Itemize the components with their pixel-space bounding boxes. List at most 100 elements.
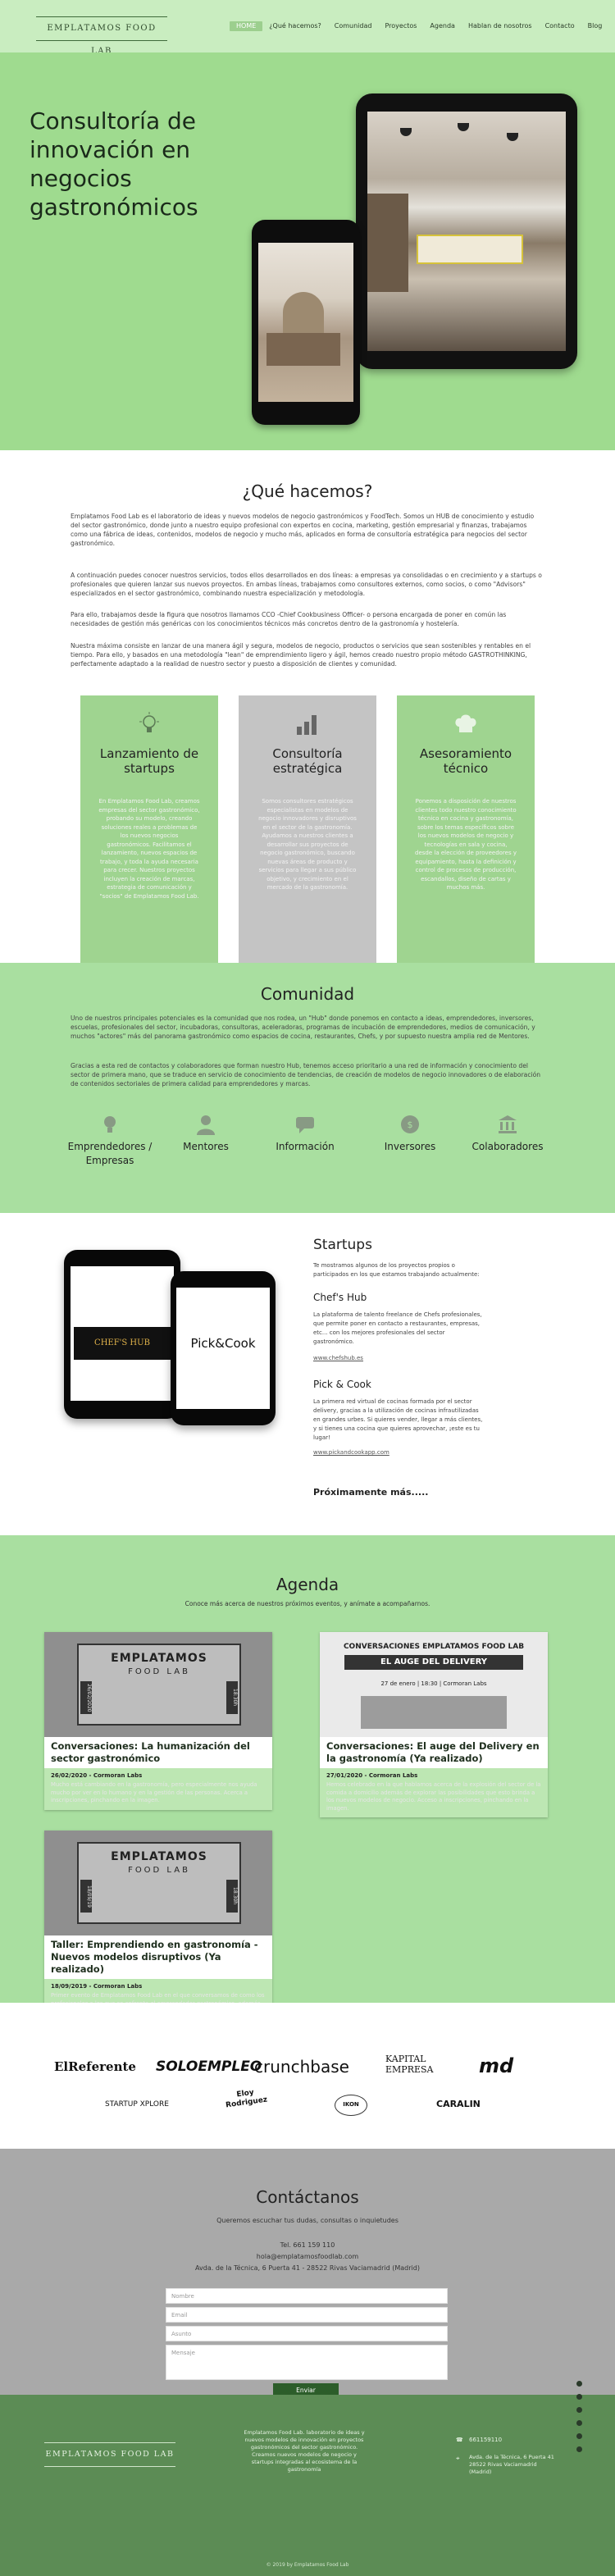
footer-logo[interactable]: EMPLATAMOS FOOD LAB: [44, 2442, 175, 2467]
event-desc: Mucho está cambiando en la gastronomía, …: [51, 1781, 257, 1804]
event-card[interactable]: EMPLATAMOS FOOD LAB 26/02/2020 18:30h Co…: [44, 1632, 272, 1810]
footer-copyright: © 2019 by Emplatamos Food Lab: [266, 2562, 349, 2568]
chefs-hub-phone: CHEF'S HUB: [64, 1250, 180, 1419]
comunidad-title: Comunidad: [260, 984, 355, 1004]
section-dot[interactable]: [576, 2433, 582, 2439]
event-date: 26/02/2020 - Cormoran Labs: [51, 1772, 143, 1779]
logo-ikon[interactable]: IKON: [335, 2095, 367, 2116]
section-dot[interactable]: [576, 2381, 582, 2387]
logo-crunchbase[interactable]: crunchbase: [254, 2055, 349, 2079]
que-hacemos-p2: A continuación puedes conocer nuestros s…: [71, 572, 542, 597]
contact-subtitle: Queremos escuchar tus dudas, consultas o…: [216, 2217, 399, 2224]
comunidad-item-inversores: $ Inversores: [361, 1114, 459, 1154]
startups-more: Próximamente más.....: [313, 1487, 429, 1498]
startups-intro: Te mostramos algunos de los proyectos pr…: [313, 1262, 480, 1278]
card-title: Lanzamiento de startups: [99, 746, 199, 776]
service-card-startups: Lanzamiento de startups En Emplatamos Fo…: [80, 695, 218, 970]
event-poster[interactable]: EMPLATAMOS FOOD LAB 26/02/2020 18:30h: [44, 1632, 272, 1737]
card-text: En Emplatamos Food Lab, creamos empresas…: [98, 798, 200, 900]
nav-proyectos[interactable]: Proyectos: [378, 21, 423, 31]
section-dot[interactable]: [576, 2446, 582, 2452]
chef-hat-icon: [452, 710, 480, 738]
startup-chefs-hub-name: Chef's Hub: [313, 1292, 367, 1303]
startup-pick-cook-name: Pick & Cook: [313, 1379, 371, 1390]
que-hacemos-p1: Emplatamos Food Lab es el laboratorio de…: [71, 513, 535, 547]
nav-que-hacemos[interactable]: ¿Qué hacemos?: [262, 21, 327, 31]
coins-icon: $: [399, 1114, 421, 1135]
logo-md[interactable]: md: [479, 2052, 513, 2081]
footer-phone-icon: ☎: [456, 2437, 463, 2443]
event-poster[interactable]: EMPLATAMOS FOOD LAB 18/09/19 18:30h: [44, 1831, 272, 1935]
press-logos-section: ElReferente SOLOEMPLEO crunchbase KAPITA…: [0, 2003, 615, 2149]
startups-title: Startups: [313, 1237, 372, 1253]
logo-soloempleo[interactable]: SOLOEMPLEO: [156, 2057, 262, 2077]
que-hacemos-p4: Nuestra máxima consiste en lanzar de una…: [71, 642, 531, 668]
event-poster[interactable]: CONVERSACIONES EMPLATAMOS FOOD LAB EL AU…: [320, 1632, 548, 1737]
event-title[interactable]: Conversaciones: El auge del Delivery en …: [320, 1737, 548, 1768]
name-field[interactable]: Nombre: [166, 2288, 448, 2304]
footer-phone: 661159110: [469, 2437, 503, 2443]
nav-home[interactable]: HOME: [230, 21, 263, 31]
nav-contacto[interactable]: Contacto: [539, 21, 581, 31]
comunidad-item-informacion: Información: [256, 1114, 354, 1154]
chefs-hub-logo: CHEF'S HUB: [74, 1327, 171, 1360]
startup-chefs-hub-text: La plataforma de talento freelance de Ch…: [313, 1311, 482, 1345]
logo-elreferente[interactable]: ElReferente: [54, 2059, 136, 2077]
section-dot[interactable]: [576, 2420, 582, 2426]
startup-pick-cook-text: La primera red virtual de cocinas formad…: [313, 1398, 483, 1441]
logo-startupxplore[interactable]: STARTUP XPLORE: [105, 2100, 169, 2110]
section-dot[interactable]: [576, 2394, 582, 2400]
comunidad-item-mentores: Mentores: [157, 1114, 255, 1154]
footer-address: Avda. de la Técnica, 6 Puerta 41 28522 R…: [469, 2454, 554, 2475]
hero-section: Consultoría de innovación en negocios ga…: [0, 52, 615, 450]
bar-chart-icon: [294, 710, 321, 738]
logo-kapital-empresa[interactable]: KAPITAL EMPRESA: [385, 2054, 443, 2075]
startup-pick-cook-link[interactable]: www.pickandcookapp.com: [313, 1448, 390, 1457]
que-hacemos-title: ¿Qué hacemos?: [242, 481, 373, 501]
card-text: Somos consultores estratégicos especiali…: [258, 798, 357, 891]
svg-text:$: $: [408, 1119, 413, 1130]
site-logo[interactable]: EMPLATAMOS FOOD LAB: [36, 16, 167, 56]
event-card[interactable]: CONVERSACIONES EMPLATAMOS FOOD LAB EL AU…: [320, 1632, 548, 1818]
nav-hablan[interactable]: Hablan de nosotros: [462, 21, 539, 31]
main-nav: HOME ¿Qué hacemos? Comunidad Proyectos A…: [230, 21, 608, 31]
startup-chefs-hub-link[interactable]: www.chefshub.es: [313, 1354, 363, 1362]
footer-about: Emplatamos Food Lab. laboratorio de idea…: [244, 2429, 365, 2473]
event-title[interactable]: Conversaciones: La humanización del sect…: [44, 1737, 272, 1768]
agenda-subtitle: Conoce más acerca de nuestros próximos e…: [184, 1600, 430, 1607]
card-title: Consultoría estratégica: [272, 746, 343, 776]
comunidad-item-emprendedores: Emprendedores / Empresas: [61, 1114, 159, 1169]
message-field[interactable]: Mensaje: [166, 2345, 448, 2380]
comunidad-p2: Gracias a esta red de contactos y colabo…: [71, 1062, 541, 1087]
tablet-image: [356, 93, 577, 369]
service-card-consultoria: Consultoría estratégica Somos consultore…: [239, 695, 376, 970]
hero-title: Consultoría de innovación en negocios ga…: [30, 107, 198, 221]
footer-location-icon: ⌖: [456, 2455, 460, 2462]
email-field[interactable]: Email: [166, 2307, 448, 2323]
nav-blog[interactable]: Blog: [581, 21, 609, 31]
event-card[interactable]: EMPLATAMOS FOOD LAB 18/09/19 18:30h Tall…: [44, 1831, 272, 2021]
person-icon: [195, 1114, 216, 1135]
event-title[interactable]: Taller: Emprendiendo en gastronomía - Nu…: [44, 1935, 272, 1979]
card-text: Ponemos a disposición de nuestros client…: [415, 798, 517, 891]
lightbulb-icon: [99, 1114, 121, 1135]
contact-address: Avda. de la Técnica, 6 Puerta 41 - 28522…: [195, 2264, 420, 2272]
nav-agenda[interactable]: Agenda: [423, 21, 462, 31]
logo-eloy[interactable]: Eloy Rodriguez: [221, 2086, 271, 2111]
lightbulb-icon: [135, 710, 163, 738]
comunidad-p1: Uno de nuestros principales potenciales …: [71, 1014, 535, 1040]
site-footer: EMPLATAMOS FOOD LAB Emplatamos Food Lab.…: [0, 2395, 615, 2576]
contact-title: Contáctanos: [256, 2187, 359, 2207]
agenda-title: Agenda: [276, 1575, 339, 1594]
comunidad-item-colaboradores: Colaboradores: [458, 1114, 557, 1154]
logo-caralin[interactable]: CARALIN: [436, 2098, 481, 2111]
section-dot[interactable]: [576, 2407, 582, 2413]
nav-comunidad[interactable]: Comunidad: [328, 21, 379, 31]
subject-field[interactable]: Asunto: [166, 2326, 448, 2341]
contact-email[interactable]: hola@emplatamosfoodlab.com: [0, 2252, 615, 2262]
site-header: EMPLATAMOS FOOD LAB HOME ¿Qué hacemos? C…: [0, 0, 615, 56]
event-date: 27/01/2020 - Cormoran Labs: [326, 1772, 418, 1779]
chat-icon: [294, 1114, 316, 1135]
section-dots-nav: [576, 2381, 582, 2460]
pick-cook-logo: Pick&Cook: [190, 1336, 256, 1351]
